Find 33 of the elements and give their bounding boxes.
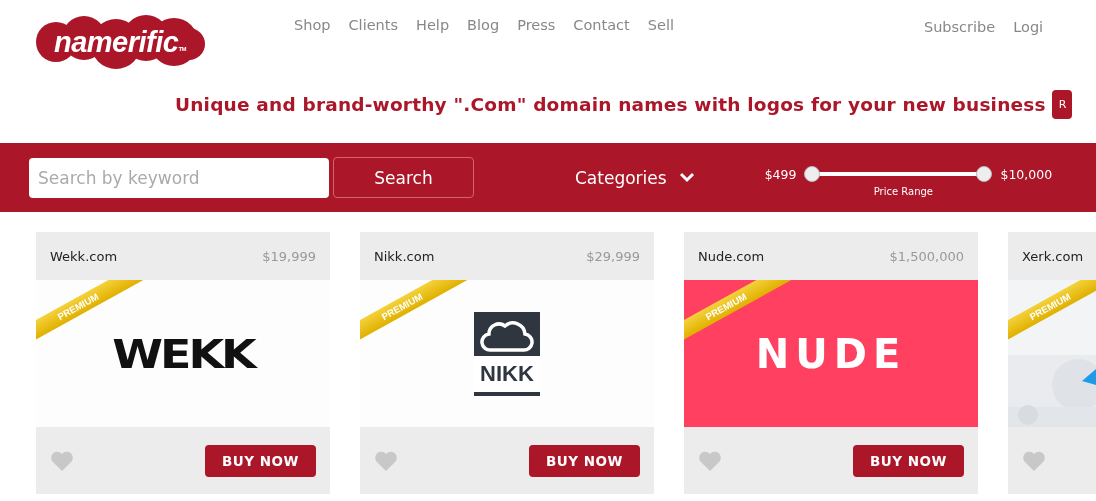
nav-link[interactable]: Shop [294, 17, 331, 33]
nav-link[interactable]: Contact [573, 17, 630, 33]
nav-link[interactable]: Sell [647, 17, 674, 33]
categories-dropdown[interactable]: Categories [575, 167, 667, 188]
domain-name[interactable]: Nikk.com [374, 248, 435, 264]
domain-name[interactable]: Nude.com [698, 248, 765, 264]
search-field[interactable]: Search by keyword [29, 157, 329, 198]
domain-price: $19,999 [262, 248, 316, 264]
nav-link[interactable]: Clients [348, 17, 399, 33]
logo-wordmark: WEKK [112, 330, 254, 377]
buy-now-button[interactable]: BUY NOW [853, 444, 964, 477]
price-min: $499 [764, 166, 797, 182]
price-max: $10,000 [1000, 166, 1053, 182]
tagline-button[interactable]: R [1051, 90, 1073, 119]
chevron-icon[interactable] [678, 172, 695, 183]
nav-link[interactable]: Help [416, 17, 450, 33]
domain-name[interactable]: Xerk.com [1022, 248, 1084, 264]
slider-thumb[interactable] [804, 166, 821, 182]
account-link[interactable]: Subscribe [923, 19, 996, 35]
domain-name[interactable]: Wekk.com [50, 248, 118, 264]
buy-now-button[interactable]: BUY NOW [205, 444, 316, 477]
buy-now-button[interactable]: BUY NOW [529, 444, 640, 477]
nav-link[interactable]: Blog [467, 17, 500, 33]
logo-wordmark: NIKK [474, 355, 540, 392]
price-range-label: Price Range [873, 186, 934, 197]
tagline: Unique and brand-worthy ".Com" domain names with logos for your new business [175, 94, 1046, 115]
domain-price: $29,999 [586, 248, 640, 264]
logo-wordmark: NUDE [755, 330, 907, 377]
slider-thumb[interactable] [976, 166, 993, 182]
nav-link[interactable]: Press [517, 17, 556, 33]
search-button[interactable]: Search [333, 157, 474, 198]
account-link[interactable]: Logi [1013, 19, 1044, 35]
domain-price: $1,500,000 [889, 248, 964, 264]
